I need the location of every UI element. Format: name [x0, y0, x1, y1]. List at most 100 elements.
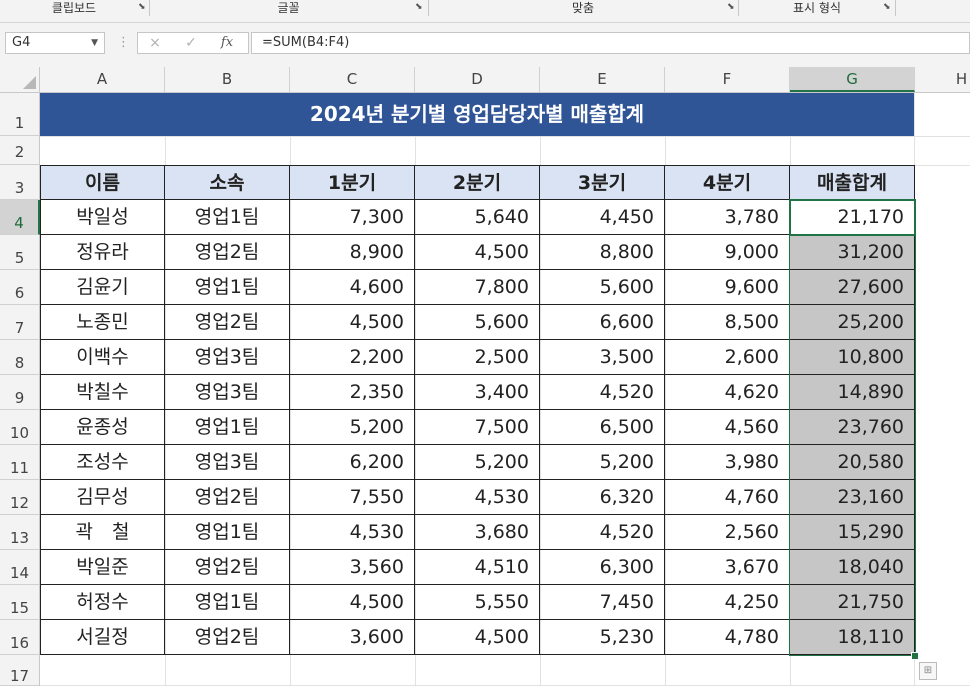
table-cell-q4[interactable]: 8,500 — [665, 305, 790, 340]
table-cell-q1[interactable]: 4,530 — [290, 515, 415, 550]
table-cell-q3[interactable]: 5,600 — [540, 270, 665, 305]
table-cell-q2[interactable]: 7,500 — [415, 410, 540, 445]
table-cell-total[interactable]: 21,750 — [790, 585, 915, 620]
row-header[interactable]: 10 — [0, 410, 39, 445]
ribbon-group-font[interactable]: 글꼴 — [150, 0, 427, 17]
table-cell-total[interactable]: 18,110 — [790, 620, 915, 655]
table-cell-total[interactable]: 15,290 — [790, 515, 915, 550]
table-cell-q3[interactable]: 8,800 — [540, 235, 665, 270]
table-cell-q1[interactable]: 4,600 — [290, 270, 415, 305]
table-cell-total[interactable]: 25,200 — [790, 305, 915, 340]
insert-function-icon[interactable]: fx — [214, 33, 240, 53]
row-header[interactable]: 17 — [0, 655, 39, 686]
table-cell-q3[interactable]: 4,450 — [540, 200, 665, 235]
table-header-total[interactable]: 매출합계 — [790, 165, 915, 200]
row-header[interactable]: 7 — [0, 305, 39, 340]
ribbon-group-clipboard[interactable]: 클립보드 — [0, 0, 148, 17]
table-cell-total[interactable]: 23,160 — [790, 480, 915, 515]
table-cell-total[interactable]: 18,040 — [790, 550, 915, 585]
table-cell-name[interactable]: 김윤기 — [40, 270, 165, 305]
table-cell-q2[interactable]: 3,400 — [415, 375, 540, 410]
table-cell-q4[interactable]: 4,760 — [665, 480, 790, 515]
column-header-f[interactable]: F — [665, 67, 790, 92]
table-cell-q1[interactable]: 7,550 — [290, 480, 415, 515]
table-cell-q4[interactable]: 4,780 — [665, 620, 790, 655]
table-cell-q4[interactable]: 3,980 — [665, 445, 790, 480]
table-cell-team[interactable]: 영업3팀 — [165, 445, 290, 480]
dialog-launcher-icon[interactable]: ⬊ — [138, 3, 147, 12]
table-cell-q3[interactable]: 3,500 — [540, 340, 665, 375]
table-cell-name[interactable]: 박칠수 — [40, 375, 165, 410]
column-header-e[interactable]: E — [540, 67, 665, 92]
table-header-q1[interactable]: 1분기 — [290, 165, 415, 200]
table-cell-q1[interactable]: 6,200 — [290, 445, 415, 480]
table-cell-team[interactable]: 영업2팀 — [165, 235, 290, 270]
column-header-a[interactable]: A — [40, 67, 165, 92]
row-header[interactable]: 8 — [0, 340, 39, 375]
row-header[interactable]: 9 — [0, 375, 39, 410]
row-header[interactable]: 15 — [0, 585, 39, 620]
table-cell-team[interactable]: 영업1팀 — [165, 515, 290, 550]
table-cell-q4[interactable]: 2,560 — [665, 515, 790, 550]
table-cell-name[interactable]: 조성수 — [40, 445, 165, 480]
table-header-name[interactable]: 이름 — [40, 165, 165, 200]
table-cell-total[interactable]: 27,600 — [790, 270, 915, 305]
table-cell-team[interactable]: 영업2팀 — [165, 550, 290, 585]
table-cell-q4[interactable]: 9,600 — [665, 270, 790, 305]
table-cell-team[interactable]: 영업1팀 — [165, 200, 290, 235]
table-cell-q3[interactable]: 7,450 — [540, 585, 665, 620]
table-cell-q1[interactable]: 5,200 — [290, 410, 415, 445]
table-header-q4[interactable]: 4분기 — [665, 165, 790, 200]
table-cell-q4[interactable]: 3,670 — [665, 550, 790, 585]
table-cell-q2[interactable]: 5,200 — [415, 445, 540, 480]
row-header[interactable]: 3 — [0, 165, 39, 200]
column-header-b[interactable]: B — [165, 67, 290, 92]
table-cell-q2[interactable]: 5,640 — [415, 200, 540, 235]
table-cell-q4[interactable]: 3,780 — [665, 200, 790, 235]
table-cell-name[interactable]: 서길정 — [40, 620, 165, 655]
quick-analysis-icon[interactable]: ⊞ — [919, 662, 937, 680]
table-cell-q3[interactable]: 6,320 — [540, 480, 665, 515]
table-cell-team[interactable]: 영업1팀 — [165, 410, 290, 445]
table-cell-q1[interactable]: 3,560 — [290, 550, 415, 585]
more-options-icon[interactable]: ⋮ — [117, 32, 130, 54]
dialog-launcher-icon[interactable]: ⬊ — [415, 3, 424, 12]
ribbon-group-alignment[interactable]: 맞춤 — [429, 0, 737, 17]
table-cell-q2[interactable]: 4,530 — [415, 480, 540, 515]
row-header[interactable]: 11 — [0, 445, 39, 480]
table-header-q3[interactable]: 3분기 — [540, 165, 665, 200]
table-cell-q1[interactable]: 4,500 — [290, 305, 415, 340]
table-cell-q3[interactable]: 6,500 — [540, 410, 665, 445]
table-cell-total[interactable]: 21,170 — [790, 200, 915, 235]
table-cell-name[interactable]: 정유라 — [40, 235, 165, 270]
table-cell-total[interactable]: 31,200 — [790, 235, 915, 270]
table-cell-q1[interactable]: 2,350 — [290, 375, 415, 410]
row-header[interactable]: 13 — [0, 515, 39, 550]
table-cell-total[interactable]: 14,890 — [790, 375, 915, 410]
row-header[interactable]: 6 — [0, 270, 39, 305]
table-cell-q3[interactable]: 6,600 — [540, 305, 665, 340]
enter-icon[interactable]: ✓ — [178, 33, 204, 53]
column-header-c[interactable]: C — [290, 67, 415, 92]
row-header[interactable]: 2 — [0, 136, 39, 165]
worksheet-grid[interactable]: 2024년 분기별 영업담당자별 매출합계 이름 소속 1분기 2분기 3분기 4분기 매출… — [40, 93, 970, 686]
table-cell-q3[interactable]: 4,520 — [540, 375, 665, 410]
table-cell-q4[interactable]: 4,250 — [665, 585, 790, 620]
table-cell-name[interactable]: 김무성 — [40, 480, 165, 515]
table-cell-q4[interactable]: 4,620 — [665, 375, 790, 410]
table-header-team[interactable]: 소속 — [165, 165, 290, 200]
dialog-launcher-icon[interactable]: ⬊ — [883, 3, 892, 12]
table-cell-name[interactable]: 곽 철 — [40, 515, 165, 550]
table-cell-q3[interactable]: 5,200 — [540, 445, 665, 480]
table-cell-team[interactable]: 영업3팀 — [165, 375, 290, 410]
table-cell-q3[interactable]: 4,520 — [540, 515, 665, 550]
column-header-h[interactable]: H — [915, 67, 970, 92]
table-cell-q1[interactable]: 2,200 — [290, 340, 415, 375]
table-cell-total[interactable]: 10,800 — [790, 340, 915, 375]
table-cell-name[interactable]: 박일준 — [40, 550, 165, 585]
formula-input[interactable]: =SUM(B4:F4) — [251, 32, 970, 54]
select-all-button[interactable] — [0, 67, 40, 92]
table-cell-q2[interactable]: 4,500 — [415, 235, 540, 270]
ribbon-group-number[interactable]: 표시 형식 — [739, 0, 895, 17]
table-cell-q1[interactable]: 4,500 — [290, 585, 415, 620]
